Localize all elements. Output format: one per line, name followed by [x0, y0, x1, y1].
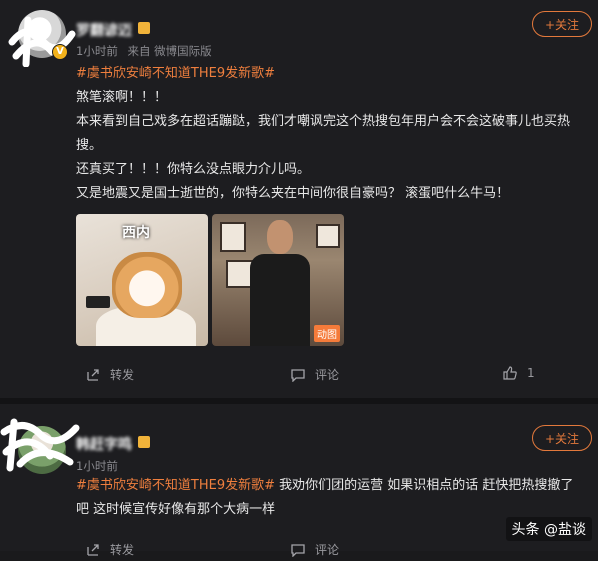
comment-button[interactable]: 评论 — [291, 541, 339, 558]
repost-button[interactable]: 转发 — [86, 541, 134, 558]
like-count: 1 — [527, 366, 535, 380]
person-head — [267, 220, 293, 254]
redaction-scribble — [8, 16, 76, 67]
content-line: 搜。 — [76, 138, 103, 153]
post-source: 来自 微博国际版 — [127, 44, 212, 58]
weibo-post-1: V 罗翻谚迈 1小时前 来自 微博国际版 +关注 #虞书欣安崎不知道THE9发新… — [0, 0, 598, 398]
post-content: #虞书欣安崎不知道THE9发新歌# 我劝你们团的运营 如果识相点的话 赶快把热搜… — [76, 474, 598, 522]
thumbs-up-icon — [503, 366, 517, 380]
follow-label: +关注 — [544, 432, 580, 446]
comment-button[interactable]: 评论 — [291, 366, 339, 383]
watermark: 头条 @盐谈 — [505, 517, 592, 541]
comment-label: 评论 — [315, 368, 340, 382]
image-caption: 西内 — [122, 225, 150, 241]
wall-frame — [220, 222, 246, 252]
post-actions: 转发 评论 — [0, 541, 598, 561]
content-line: 本来看到自己戏多在超话蹦跶，我们才嘲讽完这个热搜包年用户会不会这破事儿也买热 — [76, 114, 571, 129]
verified-badge-icon: V — [52, 44, 68, 60]
post-meta: 1小时前 来自 微博国际版 — [76, 43, 218, 59]
gif-badge: 动图 — [314, 325, 340, 342]
follow-button[interactable]: +关注 — [532, 11, 592, 37]
gun-icon — [86, 296, 110, 308]
post-content: #虞书欣安崎不知道THE9发新歌# 煞笔滚啊！！！ 本来看到自己戏多在超话蹦跶，… — [76, 62, 598, 206]
wall-frame — [316, 224, 340, 248]
post-time[interactable]: 1小时前 — [76, 44, 118, 58]
person-shirt — [250, 254, 310, 346]
repost-label: 转发 — [110, 543, 135, 557]
repost-button[interactable]: 转发 — [86, 366, 134, 383]
content-text: 我劝你们团的运营 如果识相点的话 赶快把热搜撤了 — [275, 478, 574, 493]
content-line: 又是地震又是国士逝世的，你特么夹在中间你很自豪吗？ 滚蛋吧什么牛马！ — [76, 186, 510, 201]
cat-head — [112, 252, 182, 318]
like-button[interactable]: 1 — [503, 366, 535, 380]
repost-label: 转发 — [110, 368, 135, 382]
comment-label: 评论 — [315, 543, 340, 557]
member-crown-icon — [138, 22, 150, 34]
content-line: #虞书欣安崎不知道THE9发新歌# 我劝你们团的运营 如果识相点的话 赶快把热搜… — [76, 474, 598, 498]
comment-icon — [291, 368, 305, 382]
post-actions: 转发 评论 1 — [0, 366, 598, 386]
username[interactable]: 韩赶字鸣 — [76, 434, 132, 454]
content-line: 还真买了！！！你特么没点眼力介儿吗。 — [76, 162, 311, 177]
comment-icon — [291, 543, 305, 557]
follow-button[interactable]: +关注 — [532, 425, 592, 451]
follow-label: +关注 — [544, 18, 580, 32]
post-time[interactable]: 1小时前 — [76, 459, 118, 473]
member-crown-icon — [138, 436, 150, 448]
redaction-scribble — [0, 418, 80, 472]
topic-link[interactable]: #虞书欣安崎不知道THE9发新歌# — [76, 62, 598, 86]
topic-link[interactable]: #虞书欣安崎不知道THE9发新歌# — [76, 478, 275, 493]
share-icon — [87, 543, 99, 556]
content-line: 煞笔滚啊！！！ — [76, 90, 168, 105]
username[interactable]: 罗翻谚迈 — [76, 20, 132, 40]
share-icon — [87, 368, 99, 381]
post-meta: 1小时前 — [76, 458, 124, 474]
person-gif-image[interactable]: 动图 — [212, 214, 344, 346]
cat-meme-image[interactable]: 西内 — [76, 214, 208, 346]
